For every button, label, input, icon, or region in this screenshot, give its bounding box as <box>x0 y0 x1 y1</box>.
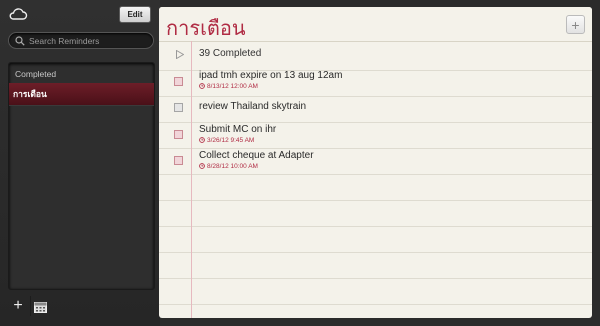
edit-button[interactable]: Edit <box>119 6 151 23</box>
sidebar: Edit Completed การเตือน + <box>0 0 160 326</box>
reminder-lists-panel: Completed การเตือน <box>8 62 155 290</box>
add-list-button[interactable]: + <box>11 298 25 314</box>
reminder-due: 8/28/12 10:00 AM <box>199 163 258 170</box>
reminder-checkbox[interactable] <box>174 77 183 86</box>
margin-line <box>191 41 192 318</box>
sidebar-item-reminders[interactable]: การเตือน <box>9 83 154 105</box>
search-bar[interactable] <box>8 32 154 49</box>
list-divider <box>9 105 154 106</box>
paper-header: การเตือน + <box>159 7 592 42</box>
toolbar-divider <box>30 296 31 316</box>
clock-icon <box>199 163 205 169</box>
clock-icon <box>199 83 205 89</box>
clock-icon <box>199 137 205 143</box>
cloud-icon[interactable] <box>8 7 28 21</box>
reminder-title: Collect cheque at Adapter <box>199 150 314 161</box>
reminder-title: Submit MC on ihr <box>199 124 277 135</box>
reminder-due-text: 3/26/12 9:45 AM <box>207 137 255 144</box>
reminder-due-text: 8/28/12 10:00 AM <box>207 163 258 170</box>
reminder-due-text: 8/13/12 12:00 AM <box>207 83 258 90</box>
add-reminder-button[interactable]: + <box>566 15 585 34</box>
completed-toggle[interactable]: 39 Completed <box>159 43 592 65</box>
calendar-icon[interactable] <box>34 301 47 313</box>
reminder-due: 8/13/12 12:00 AM <box>199 83 258 90</box>
sidebar-item-completed[interactable]: Completed <box>9 67 154 81</box>
reminder-title: review Thailand skytrain <box>199 101 307 112</box>
page-title: การเตือน <box>166 16 246 40</box>
reminder-checkbox[interactable] <box>174 156 183 165</box>
search-input[interactable] <box>29 34 149 47</box>
triangle-right-icon <box>176 50 184 59</box>
completed-count: 39 Completed <box>199 48 262 59</box>
search-icon <box>15 36 25 46</box>
reminder-checkbox[interactable] <box>174 130 183 139</box>
reminder-title: ipad tmh expire on 13 aug 12am <box>199 70 343 81</box>
reminder-checkbox[interactable] <box>174 103 183 112</box>
reminder-due: 3/26/12 9:45 AM <box>199 137 254 144</box>
reminders-paper: การเตือน + 39 Completed ipad tmh expire … <box>159 7 592 318</box>
